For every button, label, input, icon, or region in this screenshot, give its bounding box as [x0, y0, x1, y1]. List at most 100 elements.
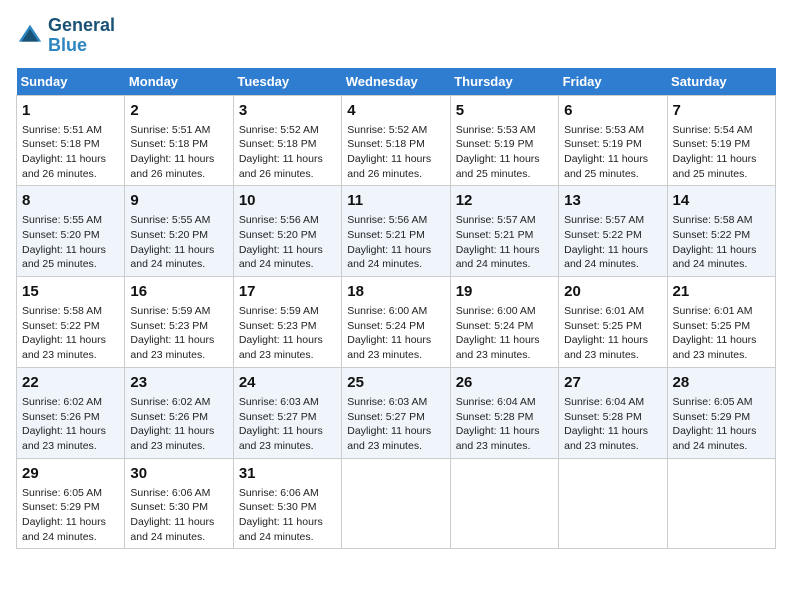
calendar-week-2: 8Sunrise: 5:55 AM Sunset: 5:20 PM Daylig…: [17, 186, 776, 277]
day-number: 21: [673, 281, 770, 302]
day-number: 27: [564, 372, 661, 393]
page-header: General Blue: [16, 16, 776, 56]
day-number: 29: [22, 463, 119, 484]
calendar-cell: 10Sunrise: 5:56 AM Sunset: 5:20 PM Dayli…: [233, 186, 341, 277]
day-info: Sunrise: 6:06 AM Sunset: 5:30 PM Dayligh…: [130, 486, 227, 545]
header-cell-monday: Monday: [125, 68, 233, 96]
day-info: Sunrise: 5:56 AM Sunset: 5:21 PM Dayligh…: [347, 213, 444, 272]
day-number: 10: [239, 190, 336, 211]
day-number: 12: [456, 190, 553, 211]
day-info: Sunrise: 6:02 AM Sunset: 5:26 PM Dayligh…: [22, 395, 119, 454]
day-info: Sunrise: 5:58 AM Sunset: 5:22 PM Dayligh…: [673, 213, 770, 272]
calendar-week-1: 1 Sunrise: 5:51 AM Sunset: 5:18 PM Daylig…: [17, 95, 776, 186]
calendar-table: SundayMondayTuesdayWednesdayThursdayFrid…: [16, 68, 776, 550]
day-info: Sunrise: 5:55 AM Sunset: 5:20 PM Dayligh…: [130, 213, 227, 272]
header-cell-friday: Friday: [559, 68, 667, 96]
day-number: 1: [22, 100, 119, 121]
calendar-cell: [450, 458, 558, 549]
logo-icon: [16, 22, 44, 50]
day-number: 23: [130, 372, 227, 393]
day-info: Sunrise: 5:51 AM Sunset: 5:18 PM Dayligh…: [130, 123, 227, 182]
day-info: Sunrise: 5:53 AM Sunset: 5:19 PM Dayligh…: [456, 123, 553, 182]
logo: General Blue: [16, 16, 115, 56]
day-number: 26: [456, 372, 553, 393]
calendar-week-3: 15Sunrise: 5:58 AM Sunset: 5:22 PM Dayli…: [17, 277, 776, 368]
day-number: 8: [22, 190, 119, 211]
day-number: 9: [130, 190, 227, 211]
day-info: Sunrise: 5:53 AM Sunset: 5:19 PM Dayligh…: [564, 123, 661, 182]
calendar-cell: 11Sunrise: 5:56 AM Sunset: 5:21 PM Dayli…: [342, 186, 450, 277]
calendar-cell: 29Sunrise: 6:05 AM Sunset: 5:29 PM Dayli…: [17, 458, 125, 549]
calendar-cell: 9Sunrise: 5:55 AM Sunset: 5:20 PM Daylig…: [125, 186, 233, 277]
header-cell-saturday: Saturday: [667, 68, 775, 96]
day-number: 18: [347, 281, 444, 302]
day-info: Sunrise: 5:59 AM Sunset: 5:23 PM Dayligh…: [130, 304, 227, 363]
calendar-cell: 23Sunrise: 6:02 AM Sunset: 5:26 PM Dayli…: [125, 367, 233, 458]
day-info: Sunrise: 6:01 AM Sunset: 5:25 PM Dayligh…: [673, 304, 770, 363]
calendar-cell: 18Sunrise: 6:00 AM Sunset: 5:24 PM Dayli…: [342, 277, 450, 368]
day-number: 19: [456, 281, 553, 302]
day-info: Sunrise: 5:52 AM Sunset: 5:18 PM Dayligh…: [239, 123, 336, 182]
calendar-cell: 24Sunrise: 6:03 AM Sunset: 5:27 PM Dayli…: [233, 367, 341, 458]
day-number: 13: [564, 190, 661, 211]
day-number: 30: [130, 463, 227, 484]
calendar-cell: 25Sunrise: 6:03 AM Sunset: 5:27 PM Dayli…: [342, 367, 450, 458]
calendar-cell: 28Sunrise: 6:05 AM Sunset: 5:29 PM Dayli…: [667, 367, 775, 458]
header-cell-sunday: Sunday: [17, 68, 125, 96]
day-info: Sunrise: 5:58 AM Sunset: 5:22 PM Dayligh…: [22, 304, 119, 363]
header-cell-wednesday: Wednesday: [342, 68, 450, 96]
calendar-cell: [559, 458, 667, 549]
calendar-cell: 31Sunrise: 6:06 AM Sunset: 5:30 PM Dayli…: [233, 458, 341, 549]
calendar-cell: 15Sunrise: 5:58 AM Sunset: 5:22 PM Dayli…: [17, 277, 125, 368]
day-number: 20: [564, 281, 661, 302]
calendar-cell: 6Sunrise: 5:53 AM Sunset: 5:19 PM Daylig…: [559, 95, 667, 186]
calendar-week-4: 22Sunrise: 6:02 AM Sunset: 5:26 PM Dayli…: [17, 367, 776, 458]
day-number: 2: [130, 100, 227, 121]
calendar-cell: 1Sunrise: 5:51 AM Sunset: 5:18 PM Daylig…: [17, 95, 125, 186]
day-info: Sunrise: 5:57 AM Sunset: 5:22 PM Dayligh…: [564, 213, 661, 272]
calendar-cell: 12Sunrise: 5:57 AM Sunset: 5:21 PM Dayli…: [450, 186, 558, 277]
day-info: Sunrise: 6:04 AM Sunset: 5:28 PM Dayligh…: [564, 395, 661, 454]
day-info: Sunrise: 6:05 AM Sunset: 5:29 PM Dayligh…: [673, 395, 770, 454]
calendar-header-row: SundayMondayTuesdayWednesdayThursdayFrid…: [17, 68, 776, 96]
calendar-cell: 7Sunrise: 5:54 AM Sunset: 5:19 PM Daylig…: [667, 95, 775, 186]
calendar-cell: 19Sunrise: 6:00 AM Sunset: 5:24 PM Dayli…: [450, 277, 558, 368]
calendar-cell: 8Sunrise: 5:55 AM Sunset: 5:20 PM Daylig…: [17, 186, 125, 277]
header-cell-thursday: Thursday: [450, 68, 558, 96]
day-info: Sunrise: 5:55 AM Sunset: 5:20 PM Dayligh…: [22, 213, 119, 272]
day-number: 28: [673, 372, 770, 393]
day-number: 7: [673, 100, 770, 121]
day-info: Sunrise: 5:52 AM Sunset: 5:18 PM Dayligh…: [347, 123, 444, 182]
day-info: Sunrise: 6:00 AM Sunset: 5:24 PM Dayligh…: [456, 304, 553, 363]
day-number: 6: [564, 100, 661, 121]
day-info: Sunrise: 6:02 AM Sunset: 5:26 PM Dayligh…: [130, 395, 227, 454]
day-number: 15: [22, 281, 119, 302]
day-info: Sunrise: 6:05 AM Sunset: 5:29 PM Dayligh…: [22, 486, 119, 545]
day-number: 31: [239, 463, 336, 484]
calendar-cell: 4Sunrise: 5:52 AM Sunset: 5:18 PM Daylig…: [342, 95, 450, 186]
day-number: 3: [239, 100, 336, 121]
calendar-cell: 16Sunrise: 5:59 AM Sunset: 5:23 PM Dayli…: [125, 277, 233, 368]
calendar-cell: 14Sunrise: 5:58 AM Sunset: 5:22 PM Dayli…: [667, 186, 775, 277]
day-info: Sunrise: 5:57 AM Sunset: 5:21 PM Dayligh…: [456, 213, 553, 272]
day-number: 17: [239, 281, 336, 302]
day-info: Sunrise: 6:01 AM Sunset: 5:25 PM Dayligh…: [564, 304, 661, 363]
calendar-cell: 27Sunrise: 6:04 AM Sunset: 5:28 PM Dayli…: [559, 367, 667, 458]
day-info: Sunrise: 5:59 AM Sunset: 5:23 PM Dayligh…: [239, 304, 336, 363]
calendar-cell: 5Sunrise: 5:53 AM Sunset: 5:19 PM Daylig…: [450, 95, 558, 186]
day-number: 5: [456, 100, 553, 121]
calendar-cell: [667, 458, 775, 549]
calendar-cell: 22Sunrise: 6:02 AM Sunset: 5:26 PM Dayli…: [17, 367, 125, 458]
day-number: 14: [673, 190, 770, 211]
logo-text: General Blue: [48, 16, 115, 56]
day-number: 11: [347, 190, 444, 211]
calendar-cell: 17Sunrise: 5:59 AM Sunset: 5:23 PM Dayli…: [233, 277, 341, 368]
day-info: Sunrise: 6:04 AM Sunset: 5:28 PM Dayligh…: [456, 395, 553, 454]
day-number: 24: [239, 372, 336, 393]
calendar-cell: 30Sunrise: 6:06 AM Sunset: 5:30 PM Dayli…: [125, 458, 233, 549]
day-number: 22: [22, 372, 119, 393]
header-cell-tuesday: Tuesday: [233, 68, 341, 96]
day-info: Sunrise: 6:06 AM Sunset: 5:30 PM Dayligh…: [239, 486, 336, 545]
calendar-cell: 20Sunrise: 6:01 AM Sunset: 5:25 PM Dayli…: [559, 277, 667, 368]
day-info: Sunrise: 5:56 AM Sunset: 5:20 PM Dayligh…: [239, 213, 336, 272]
